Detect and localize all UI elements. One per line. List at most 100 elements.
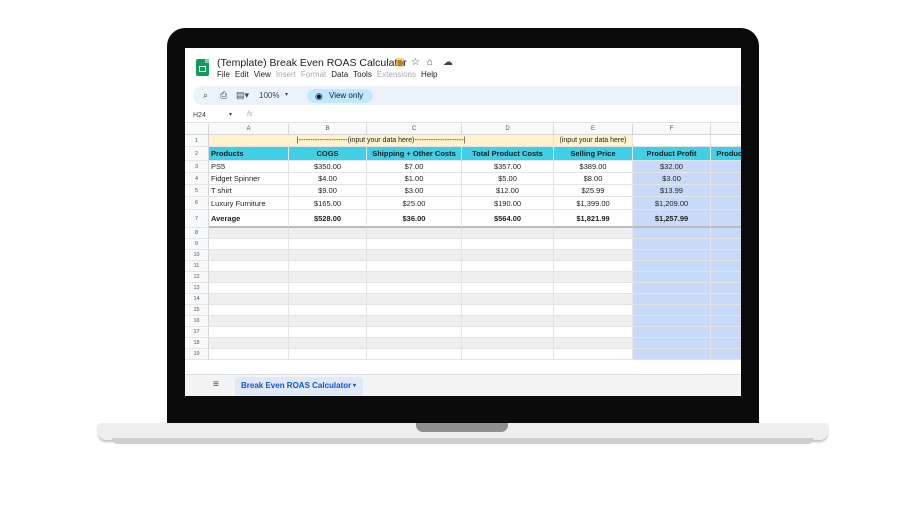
row-header[interactable]: 10 — [185, 250, 209, 261]
column-title[interactable]: Product Profit — [633, 147, 711, 161]
table-cell[interactable] — [554, 250, 633, 261]
table-cell[interactable] — [462, 239, 554, 250]
menu-help[interactable]: Help — [421, 70, 437, 79]
table-cell[interactable] — [711, 316, 741, 327]
print-icon[interactable]: ⎙ — [220, 89, 227, 102]
table-cell[interactable] — [289, 316, 367, 327]
table-cell[interactable] — [209, 349, 289, 360]
table-cell[interactable]: $1.00 — [367, 173, 462, 185]
table-cell[interactable]: $389.00 — [554, 161, 633, 173]
table-cell[interactable] — [367, 272, 462, 283]
table-cell[interactable]: $7.00 — [367, 161, 462, 173]
column-title[interactable]: Products — [209, 147, 289, 161]
menu-insert[interactable]: Insert — [276, 70, 296, 79]
view-only-button[interactable]: ◉ View only — [307, 89, 373, 103]
table-cell[interactable] — [711, 173, 741, 185]
menu-tools[interactable]: Tools — [353, 70, 372, 79]
table-cell[interactable] — [462, 305, 554, 316]
table-cell[interactable] — [711, 327, 741, 338]
table-cell[interactable] — [289, 283, 367, 294]
table-cell[interactable] — [462, 294, 554, 305]
table-cell[interactable] — [367, 338, 462, 349]
table-cell[interactable] — [711, 250, 741, 261]
table-cell[interactable] — [462, 283, 554, 294]
row-header[interactable]: 4 — [185, 173, 209, 185]
menu-format[interactable]: Format — [301, 70, 326, 79]
column-header[interactable]: A — [209, 124, 289, 135]
column-title[interactable]: Total Product Costs — [462, 147, 554, 161]
table-cell[interactable] — [462, 316, 554, 327]
row-header[interactable]: 9 — [185, 239, 209, 250]
move-icon[interactable]: ⌂ — [427, 57, 433, 69]
column-header[interactable]: B — [289, 124, 367, 135]
table-cell[interactable] — [209, 338, 289, 349]
table-cell[interactable] — [711, 239, 741, 250]
table-cell[interactable] — [633, 228, 711, 239]
sheet-tab-caret-icon[interactable]: ▾ — [353, 377, 356, 395]
table-cell[interactable] — [367, 349, 462, 360]
table-cell[interactable] — [633, 316, 711, 327]
table-cell[interactable] — [367, 239, 462, 250]
sheets-logo-icon[interactable] — [196, 59, 209, 76]
table-cell[interactable] — [711, 349, 741, 360]
table-cell[interactable] — [289, 338, 367, 349]
menu-view[interactable]: View — [254, 70, 271, 79]
paint-format-icon[interactable]: ▤▾ — [236, 89, 249, 102]
table-cell[interactable]: $3.00 — [367, 185, 462, 197]
row-header[interactable]: 15 — [185, 305, 209, 316]
table-cell[interactable] — [554, 305, 633, 316]
column-title[interactable]: Product — [711, 147, 741, 161]
average-cell[interactable]: $36.00 — [367, 210, 462, 228]
row-header[interactable]: 2 — [185, 147, 209, 161]
product-name-cell[interactable]: PS5 — [209, 161, 289, 173]
table-cell[interactable] — [633, 294, 711, 305]
row-header[interactable]: 14 — [185, 294, 209, 305]
menu-extensions[interactable]: Extensions — [377, 70, 416, 79]
table-cell[interactable] — [462, 338, 554, 349]
table-cell[interactable] — [209, 272, 289, 283]
select-all-corner[interactable] — [185, 124, 209, 135]
table-cell[interactable] — [554, 338, 633, 349]
table-cell[interactable]: $190.00 — [462, 197, 554, 210]
table-cell[interactable]: $165.00 — [289, 197, 367, 210]
row-header[interactable]: 13 — [185, 283, 209, 294]
table-cell[interactable] — [289, 250, 367, 261]
table-cell[interactable] — [711, 305, 741, 316]
zoom-select[interactable]: 100% — [259, 89, 279, 102]
row-header[interactable]: 5 — [185, 185, 209, 197]
table-cell[interactable]: $9.00 — [289, 185, 367, 197]
table-cell[interactable] — [633, 283, 711, 294]
table-cell[interactable] — [633, 261, 711, 272]
table-cell[interactable] — [711, 228, 741, 239]
table-cell[interactable] — [711, 161, 741, 173]
table-cell[interactable] — [633, 349, 711, 360]
table-cell[interactable] — [711, 197, 741, 210]
column-header[interactable]: E — [554, 124, 633, 135]
table-cell[interactable] — [633, 250, 711, 261]
table-cell[interactable] — [462, 272, 554, 283]
table-cell[interactable] — [711, 283, 741, 294]
average-cell[interactable]: $1,821.99 — [554, 210, 633, 228]
table-cell[interactable]: $25.00 — [367, 197, 462, 210]
column-header[interactable] — [711, 124, 741, 135]
table-cell[interactable] — [554, 349, 633, 360]
row-header[interactable]: 3 — [185, 161, 209, 173]
product-name-cell[interactable]: T shirt — [209, 185, 289, 197]
table-cell[interactable] — [633, 338, 711, 349]
table-cell[interactable] — [554, 228, 633, 239]
table-cell[interactable] — [554, 327, 633, 338]
table-cell[interactable]: $5.00 — [462, 173, 554, 185]
table-cell[interactable] — [554, 294, 633, 305]
table-cell[interactable]: $3.00 — [633, 173, 711, 185]
menu-data[interactable]: Data — [331, 70, 348, 79]
search-icon[interactable]: ⌕ — [203, 89, 208, 102]
table-cell[interactable] — [289, 272, 367, 283]
table-cell[interactable] — [209, 239, 289, 250]
row-header[interactable]: 19 — [185, 349, 209, 360]
column-header[interactable]: D — [462, 124, 554, 135]
table-cell[interactable]: $1,209.00 — [633, 197, 711, 210]
table-cell[interactable] — [633, 272, 711, 283]
table-cell[interactable] — [289, 261, 367, 272]
table-cell[interactable]: $357.00 — [462, 161, 554, 173]
table-cell[interactable] — [554, 272, 633, 283]
